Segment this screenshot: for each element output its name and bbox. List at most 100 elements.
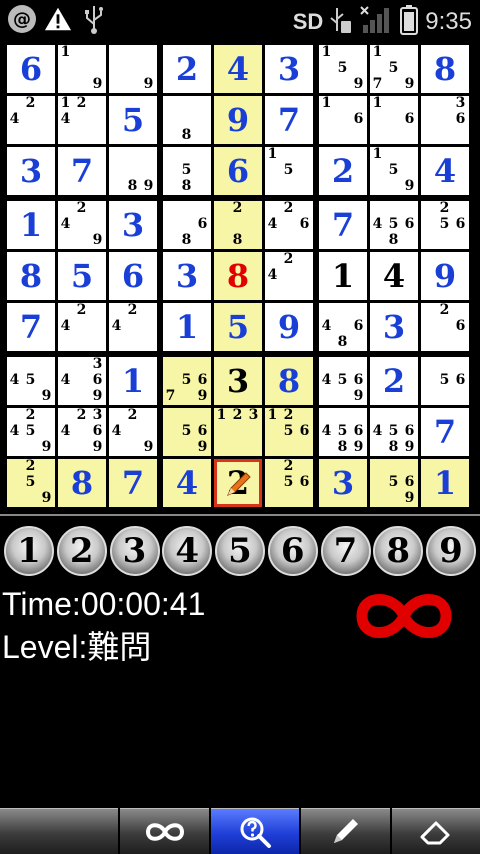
toolbar-blank-button[interactable]: [0, 808, 119, 854]
cell-r6-c3[interactable]: 24: [109, 303, 157, 351]
cell-r9-c7[interactable]: 3: [319, 459, 367, 507]
cell-r2-c3[interactable]: 5: [109, 96, 157, 144]
cell-r2-c5[interactable]: 9: [214, 96, 262, 144]
cell-r7-c4[interactable]: 56 7 9: [163, 357, 211, 405]
cell-r7-c8[interactable]: 2: [370, 357, 418, 405]
cell-r3-c3[interactable]: 89: [109, 147, 157, 195]
cell-value: 7: [19, 308, 43, 346]
number-button-8[interactable]: 8: [373, 526, 424, 576]
cell-r3-c1[interactable]: 3: [7, 147, 55, 195]
cell-r6-c5[interactable]: 5: [214, 303, 262, 351]
number-button-6[interactable]: 6: [267, 526, 318, 576]
cell-r7-c3[interactable]: 1: [109, 357, 157, 405]
cell-r2-c1[interactable]: 24: [7, 96, 55, 144]
cell-r2-c2[interactable]: 124: [58, 96, 106, 144]
pencil-mark: 6: [404, 474, 415, 490]
cell-r5-c1[interactable]: 8: [7, 252, 55, 300]
cell-r4-c2[interactable]: 24 9: [58, 201, 106, 249]
number-button-9[interactable]: 9: [426, 526, 476, 576]
number-button-3[interactable]: 3: [109, 526, 160, 576]
pencil-mark: 5: [283, 162, 294, 178]
cell-r3-c9[interactable]: 4: [421, 147, 469, 195]
cell-r4-c3[interactable]: 3: [109, 201, 157, 249]
pencil-mark: 2: [25, 407, 36, 423]
cell-r1-c2[interactable]: 19: [58, 45, 106, 93]
cell-r3-c6[interactable]: 15: [265, 147, 313, 195]
cell-r8-c4[interactable]: 569: [163, 408, 211, 456]
cell-r6-c1[interactable]: 7: [7, 303, 55, 351]
cell-r5-c7[interactable]: 1: [319, 252, 367, 300]
cell-r7-c1[interactable]: 459: [7, 357, 55, 405]
infinity-mode-button[interactable]: [120, 808, 209, 854]
cell-r5-c8[interactable]: 4: [370, 252, 418, 300]
cell-r4-c8[interactable]: 4568: [370, 201, 418, 249]
number-button-2[interactable]: 2: [56, 526, 107, 576]
cell-r5-c6[interactable]: 24: [265, 252, 313, 300]
cell-r2-c8[interactable]: 16: [370, 96, 418, 144]
cell-r9-c5[interactable]: 2: [214, 459, 262, 507]
cell-r6-c4[interactable]: 1: [163, 303, 211, 351]
cell-r1-c3[interactable]: 9: [109, 45, 157, 93]
cell-r6-c6[interactable]: 9: [265, 303, 313, 351]
cell-r9-c2[interactable]: 8: [58, 459, 106, 507]
cell-r8-c3[interactable]: 24 9: [109, 408, 157, 456]
cell-r5-c4[interactable]: 3: [163, 252, 211, 300]
cell-r5-c2[interactable]: 5: [58, 252, 106, 300]
number-button-1[interactable]: 1: [4, 526, 54, 576]
cell-r4-c4[interactable]: 68: [163, 201, 211, 249]
cell-r4-c1[interactable]: 1: [7, 201, 55, 249]
number-button-7[interactable]: 7: [320, 526, 371, 576]
cell-r1-c7[interactable]: 159: [319, 45, 367, 93]
cell-r8-c7[interactable]: 45689: [319, 408, 367, 456]
cell-r2-c6[interactable]: 7: [265, 96, 313, 144]
cell-r3-c2[interactable]: 7: [58, 147, 106, 195]
cell-r9-c6[interactable]: 256: [265, 459, 313, 507]
cell-r9-c4[interactable]: 4: [163, 459, 211, 507]
cell-r8-c9[interactable]: 7: [421, 408, 469, 456]
pencil-mode-button[interactable]: [301, 808, 390, 854]
cell-r9-c1[interactable]: 259: [7, 459, 55, 507]
cell-r7-c9[interactable]: 56: [421, 357, 469, 405]
cell-r5-c3[interactable]: 6: [109, 252, 157, 300]
cell-r3-c8[interactable]: 159: [370, 147, 418, 195]
cell-r1-c4[interactable]: 2: [163, 45, 211, 93]
cell-r1-c5[interactable]: 4: [214, 45, 262, 93]
cell-r2-c7[interactable]: 16: [319, 96, 367, 144]
cell-r7-c7[interactable]: 4569: [319, 357, 367, 405]
cell-r7-c2[interactable]: 3 4 69: [58, 357, 106, 405]
hint-button[interactable]: [210, 808, 300, 854]
cell-r6-c2[interactable]: 24: [58, 303, 106, 351]
cell-r4-c5[interactable]: 28: [214, 201, 262, 249]
cell-r8-c5[interactable]: 123: [214, 408, 262, 456]
cell-r3-c4[interactable]: 58: [163, 147, 211, 195]
cell-r3-c5[interactable]: 6: [214, 147, 262, 195]
cell-r4-c7[interactable]: 7: [319, 201, 367, 249]
cell-r4-c9[interactable]: 256: [421, 201, 469, 249]
eraser-button[interactable]: [391, 808, 480, 854]
cell-r3-c7[interactable]: 2: [319, 147, 367, 195]
cell-r2-c4[interactable]: 8: [163, 96, 211, 144]
cell-r9-c8[interactable]: 569: [370, 459, 418, 507]
cell-r1-c1[interactable]: 6: [7, 45, 55, 93]
cell-r5-c9[interactable]: 9: [421, 252, 469, 300]
cell-r1-c6[interactable]: 3: [265, 45, 313, 93]
cell-r9-c9[interactable]: 1: [421, 459, 469, 507]
cell-r8-c2[interactable]: 23 4 69: [58, 408, 106, 456]
number-button-4[interactable]: 4: [162, 526, 213, 576]
cell-r7-c6[interactable]: 8: [265, 357, 313, 405]
cell-r1-c8[interactable]: 1579: [370, 45, 418, 93]
cell-r8-c8[interactable]: 45689: [370, 408, 418, 456]
cell-r7-c5[interactable]: 3: [214, 357, 262, 405]
cell-value: 6: [226, 152, 250, 190]
cell-r2-c9[interactable]: 36: [421, 96, 469, 144]
cell-r8-c1[interactable]: 2459: [7, 408, 55, 456]
cell-r4-c6[interactable]: 24 6: [265, 201, 313, 249]
cell-r6-c9[interactable]: 26: [421, 303, 469, 351]
cell-r9-c3[interactable]: 7: [109, 459, 157, 507]
cell-r8-c6[interactable]: 1256: [265, 408, 313, 456]
cell-r6-c7[interactable]: 4 68: [319, 303, 367, 351]
number-button-5[interactable]: 5: [215, 526, 265, 576]
cell-r6-c8[interactable]: 3: [370, 303, 418, 351]
cell-r5-c5[interactable]: 8: [214, 252, 262, 300]
cell-r1-c9[interactable]: 8: [421, 45, 469, 93]
